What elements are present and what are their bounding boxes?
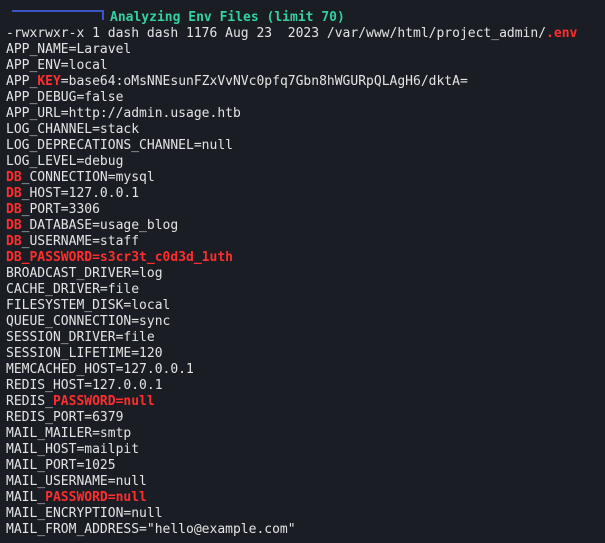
env-line: MAIL_USERNAME=null <box>6 474 605 490</box>
file-listing-path: -rwxrwxr-x 1 dash dash 1176 Aug 23 2023 … <box>6 26 547 41</box>
env-line: REDIS_PORT=6379 <box>6 410 605 426</box>
env-line: REDIS_HOST=127.0.0.1 <box>6 378 605 394</box>
env-line: APP_ENV=local <box>6 58 605 74</box>
env-line: SESSION_LIFETIME=120 <box>6 346 605 362</box>
env-line-pre: MAIL_ENCRYPTION=null <box>6 506 163 521</box>
env-file-contents: APP_NAME=Laravel APP_ENV=local APP_KEY=bas… <box>6 42 605 538</box>
env-line-post: _DATABASE=usage_blog <box>21 218 179 233</box>
env-line: MAIL_FROM_ADDRESS="hello@example.com" <box>6 522 605 538</box>
env-line: MAIL_ENCRYPTION=null <box>6 506 605 522</box>
section-title: Analyzing Env Files (limit 70) <box>110 10 345 25</box>
env-line-pre: MAIL_FROM_ADDRESS="hello@example.com" <box>6 522 296 537</box>
terminal-output: Analyzing Env Files (limit 70) -rwxrwxr-… <box>0 0 605 543</box>
env-line-pre: SESSION_LIFETIME=120 <box>6 346 163 361</box>
env-line-pre: CACHE_DRIVER=file <box>6 282 140 297</box>
env-line-pre: QUEUE_CONNECTION=sync <box>6 314 171 329</box>
file-listing-line: -rwxrwxr-x 1 dash dash 1176 Aug 23 2023 … <box>6 26 605 42</box>
env-line: DB_USERNAME=staff <box>6 234 605 250</box>
env-line-pre: LOG_LEVEL=debug <box>6 154 124 169</box>
env-line-pre: MAIL_USERNAME=null <box>6 474 147 489</box>
env-line: DB_CONNECTION=mysql <box>6 170 605 186</box>
env-line-hl: DB_PASSWORD=s3cr3t_c0d3d_1uth <box>6 250 233 265</box>
header-bracket-decoration <box>12 10 104 20</box>
env-line: SESSION_DRIVER=file <box>6 330 605 346</box>
env-line-pre: MAIL_HOST=mailpit <box>6 442 140 457</box>
env-line: FILESYSTEM_DISK=local <box>6 298 605 314</box>
env-line: APP_URL=http://admin.usage.htb <box>6 106 605 122</box>
env-line-pre: MAIL_ <box>6 490 46 505</box>
env-line: CACHE_DRIVER=file <box>6 282 605 298</box>
env-line-pre: BROADCAST_DRIVER=log <box>6 266 163 281</box>
section-header: Analyzing Env Files (limit 70) <box>6 10 605 26</box>
env-line-hl: PASSWORD=null <box>45 490 147 505</box>
env-line-pre: LOG_CHANNEL=stack <box>6 122 140 137</box>
env-line-hl: DB <box>6 170 22 185</box>
env-line-hl: KEY <box>37 74 61 89</box>
env-line-pre: APP_DEBUG=false <box>6 90 124 105</box>
env-line-hl: DB <box>6 186 22 201</box>
env-line-pre: MAIL_PORT=1025 <box>6 458 116 473</box>
env-line: REDIS_PASSWORD=null <box>6 394 605 410</box>
file-listing-highlight: .env <box>546 26 578 41</box>
env-line-hl: DB <box>6 234 22 249</box>
env-line: BROADCAST_DRIVER=log <box>6 266 605 282</box>
env-line: MAIL_HOST=mailpit <box>6 442 605 458</box>
env-line-post: _USERNAME=staff <box>21 234 140 249</box>
env-line: DB_PASSWORD=s3cr3t_c0d3d_1uth <box>6 250 605 266</box>
env-line: LOG_DEPRECATIONS_CHANNEL=null <box>6 138 605 154</box>
env-line-post: =base64:oMsNNEsunFZxVvNVc0pfq7Gbn8hWGURp… <box>60 74 468 89</box>
env-line-pre: FILESYSTEM_DISK=local <box>6 298 171 313</box>
env-line: APP_KEY=base64:oMsNNEsunFZxVvNVc0pfq7Gbn… <box>6 74 605 90</box>
env-line: DB_PORT=3306 <box>6 202 605 218</box>
env-line-pre: MAIL_MAILER=smtp <box>6 426 132 441</box>
env-line-pre: APP_URL=http://admin.usage.htb <box>6 106 241 121</box>
env-line-pre: REDIS_ <box>6 394 53 409</box>
env-line: MAIL_PASSWORD=null <box>6 490 605 506</box>
env-line: MAIL_MAILER=smtp <box>6 426 605 442</box>
env-line-hl: DB <box>6 202 22 217</box>
env-line: APP_DEBUG=false <box>6 90 605 106</box>
env-line-post: _HOST=127.0.0.1 <box>21 186 140 201</box>
env-line: APP_NAME=Laravel <box>6 42 605 58</box>
env-line: DB_HOST=127.0.0.1 <box>6 186 605 202</box>
env-line: LOG_LEVEL=debug <box>6 154 605 170</box>
env-line-pre: REDIS_HOST=127.0.0.1 <box>6 378 163 393</box>
env-line-pre: SESSION_DRIVER=file <box>6 330 155 345</box>
env-line: DB_DATABASE=usage_blog <box>6 218 605 234</box>
env-line: QUEUE_CONNECTION=sync <box>6 314 605 330</box>
env-line-post: _CONNECTION=mysql <box>21 170 155 185</box>
env-line-hl: DB <box>6 218 22 233</box>
env-line: MEMCACHED_HOST=127.0.0.1 <box>6 362 605 378</box>
env-line-pre: LOG_DEPRECATIONS_CHANNEL=null <box>6 138 233 153</box>
env-line: LOG_CHANNEL=stack <box>6 122 605 138</box>
env-line-pre: REDIS_PORT=6379 <box>6 410 124 425</box>
env-line-pre: MEMCACHED_HOST=127.0.0.1 <box>6 362 194 377</box>
env-line-hl: PASSWORD=null <box>52 394 155 409</box>
env-line-post: _PORT=3306 <box>21 202 100 217</box>
env-line: MAIL_PORT=1025 <box>6 458 605 474</box>
env-line-pre: APP_ <box>6 74 38 89</box>
